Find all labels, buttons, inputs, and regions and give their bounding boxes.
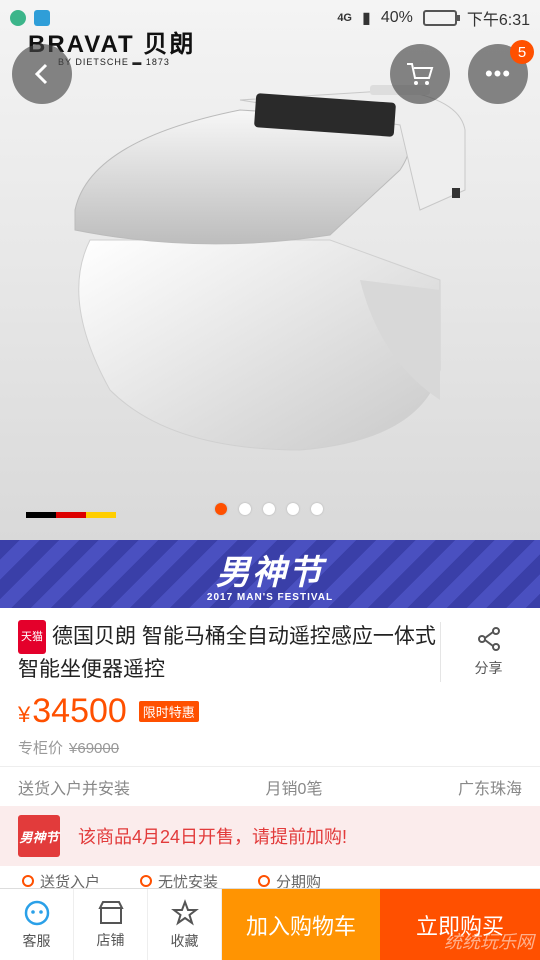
original-price-label: 专柜价: [18, 740, 64, 757]
carousel-dot[interactable]: [287, 503, 299, 515]
carousel-indicator: [215, 503, 323, 515]
store-icon: [97, 900, 124, 924]
check-circle-icon: [140, 875, 153, 887]
carousel-dot[interactable]: [263, 503, 275, 515]
app-notification-icon: [10, 10, 26, 26]
store-label: 店铺: [96, 931, 125, 948]
product-title-block: 天猫 德国贝朗 智能马桶全自动遥控感应一体式智能坐便器遥控: [0, 608, 440, 686]
back-arrow-icon: [34, 63, 48, 85]
price: ¥34500: [18, 692, 127, 731]
tmall-badge: 天猫: [18, 620, 46, 654]
cart-button[interactable]: [390, 44, 450, 104]
festival-logo: 男神节: [18, 815, 60, 857]
add-to-cart-button[interactable]: 加入购物车: [222, 889, 380, 960]
customer-service-label: 客服: [22, 932, 51, 949]
presale-message: 该商品4月24日开售，请提前加购!: [78, 827, 348, 847]
check-circle-icon: [258, 875, 271, 887]
original-price: 专柜价 ¥69000: [0, 737, 540, 758]
network-indicator: 4G: [337, 12, 352, 24]
carousel-dot[interactable]: [239, 503, 251, 515]
share-label: 分享: [474, 660, 503, 676]
message-notification-icon: [34, 10, 50, 26]
share-icon: [477, 627, 500, 651]
notification-badge: 5: [510, 40, 534, 64]
customer-service-icon: [24, 900, 49, 925]
favorite-button[interactable]: 收藏: [148, 889, 222, 960]
customer-service-button[interactable]: 客服: [0, 889, 74, 960]
status-bar: 4G ▮ 40% 下午6:31: [0, 0, 540, 36]
store-button[interactable]: 店铺: [74, 889, 148, 960]
share-button[interactable]: 分享: [440, 622, 536, 682]
cart-icon: [407, 63, 434, 85]
banner-subtitle: 2017 MAN'S FESTIVAL: [206, 592, 334, 603]
clock: 下午6:31: [466, 12, 530, 29]
bottom-action-bar: 客服 店铺 收藏 加入购物车 立即购买 统统玩乐网: [0, 888, 540, 960]
festival-banner[interactable]: 男神节 2017 MAN'S FESTIVAL: [0, 540, 540, 608]
battery-percent: 40%: [380, 9, 413, 26]
delivery-info: 送货入户并安装: [18, 780, 131, 798]
currency-symbol: ¥: [18, 702, 31, 727]
check-circle-icon: [22, 875, 34, 887]
monthly-sales: 月销0笔: [265, 780, 323, 798]
promo-tag: 限时特惠: [138, 701, 199, 722]
product-image-carousel[interactable]: BRAVAT 贝朗 BY DIETSCHE ▬ 1873: [0, 0, 540, 540]
signal-icon: ▮: [362, 10, 371, 27]
ship-location: 广东珠海: [457, 780, 522, 798]
presale-notice[interactable]: 男神节 该商品4月24日开售，请提前加购!: [0, 806, 540, 866]
carousel-dot[interactable]: [215, 503, 227, 515]
star-icon: [170, 898, 199, 926]
favorite-label: 收藏: [170, 932, 199, 949]
product-title: 德国贝朗 智能马桶全自动遥控感应一体式智能坐便器遥控: [18, 625, 436, 681]
more-menu-button[interactable]: ••• 5: [468, 40, 534, 104]
watermark: 统统玩乐网: [444, 932, 534, 952]
price-value: 34500: [32, 692, 127, 730]
toilet-image: [74, 85, 466, 451]
more-icon: •••: [484, 61, 512, 86]
product-info: 天猫 德国贝朗 智能马桶全自动遥控感应一体式智能坐便器遥控 分享 ¥34500 限…: [0, 608, 540, 766]
banner-title: 男神节: [216, 554, 324, 592]
german-flag-strip: [26, 512, 116, 518]
back-button[interactable]: [12, 44, 72, 104]
carousel-dot[interactable]: [311, 503, 323, 515]
battery-icon: [422, 10, 460, 26]
original-price-value: ¥69000: [69, 740, 120, 757]
shipping-row: 送货入户并安装 月销0笔 广东珠海: [0, 766, 540, 806]
add-to-cart-label: 加入购物车: [245, 913, 356, 939]
